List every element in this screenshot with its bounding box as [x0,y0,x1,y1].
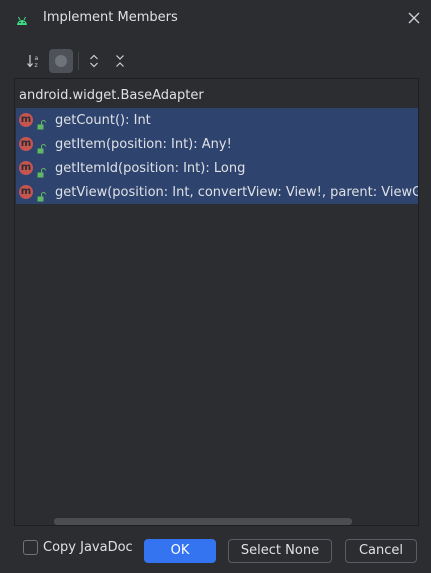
dialog-footer: Copy JavaDoc OK Select None Cancel [0,536,431,566]
title-bar: Implement Members [0,0,431,36]
sort-az-icon[interactable]: a z [22,49,46,73]
member-label: getItemId(position: Int): Long [55,160,246,176]
ok-button[interactable]: OK [144,539,216,563]
method-icon: m [19,161,33,175]
toolbar-separator [78,52,79,70]
copy-javadoc-label[interactable]: Copy JavaDoc [43,539,133,557]
dialog-title: Implement Members [43,10,178,25]
svg-text:a: a [35,55,39,62]
tree-row-getitem[interactable]: m getItem(position: Int): Any! [16,132,418,156]
horizontal-scrollbar[interactable] [54,518,352,525]
unlock-icon [37,139,46,154]
members-tree[interactable]: android.widget.BaseAdapter m getCount():… [14,78,419,526]
method-icon: m [19,137,33,151]
android-icon [16,11,28,25]
cancel-button[interactable]: Cancel [345,539,417,563]
unlock-icon [37,115,46,130]
unlock-icon [37,187,46,202]
expand-all-icon[interactable] [82,49,106,73]
tree-row-getitemid[interactable]: m getItemId(position: Int): Long [16,156,418,180]
unlock-icon [37,163,46,178]
member-label: getCount(): Int [55,112,151,128]
tree-row-getcount[interactable]: m getCount(): Int [16,108,418,132]
member-label: getView(position: Int, convertView: View… [55,184,419,200]
select-none-button[interactable]: Select None [228,539,332,563]
copy-javadoc-checkbox[interactable] [23,540,38,555]
toolbar: a z [14,49,414,75]
method-icon: m [19,185,33,199]
svg-text:z: z [35,62,38,69]
member-label: getItem(position: Int): Any! [55,136,232,152]
tree-row-getview[interactable]: m getView(position: Int, convertView: Vi… [16,180,419,204]
method-icon: m [19,113,33,127]
tree-root-class[interactable]: android.widget.BaseAdapter [19,87,204,105]
circle-icon[interactable] [49,49,73,73]
collapse-all-icon[interactable] [108,49,132,73]
close-icon[interactable] [405,9,423,27]
